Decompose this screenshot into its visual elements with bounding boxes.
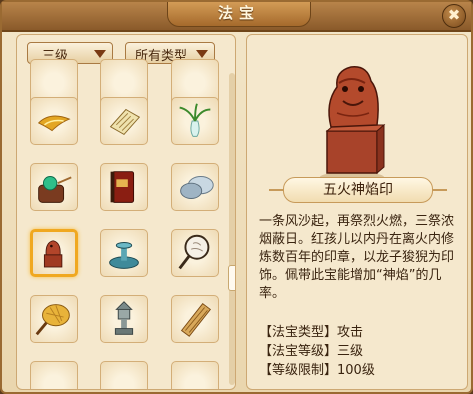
item-level-line: 【等级限制】100级 [259, 363, 375, 378]
seal-icon [43, 240, 63, 268]
item-slot-red-tome[interactable] [100, 163, 148, 211]
item-list-panel: 三级 所有类型 [16, 34, 236, 390]
item-slot-mirror[interactable] [171, 229, 219, 277]
item-grade-line: 【法宝等级】三级 [259, 344, 364, 359]
item-type-line: 【法宝类型】攻击 [259, 325, 364, 340]
item-slot-golden-tassel[interactable] [30, 97, 78, 145]
item-slot-palm-fan[interactable] [30, 295, 78, 343]
lantern-icon [114, 301, 134, 335]
item-slot-bamboo-slip[interactable] [171, 295, 219, 343]
fountain-icon [109, 241, 139, 269]
treasure-window: 法宝 ✖ 三级 所有类型 五火神焰印 一条风沙起，再祭烈火燃，三祭浓烟蔽日。红孩… [0, 0, 473, 394]
item-description: 一条风沙起，再祭烈火燃，三祭浓烟蔽日。红孩儿以内丹在离火内修炼数百年的印章，以龙… [259, 214, 455, 301]
slip-icon [180, 303, 212, 337]
chevron-down-icon [196, 50, 208, 58]
item-slot-fountain[interactable] [100, 229, 148, 277]
item-slot-partial[interactable] [171, 361, 219, 389]
scroll-icon [109, 108, 141, 136]
item-name: 五火神焰印 [269, 177, 447, 203]
gem-bag-icon [38, 175, 72, 203]
item-slot-scroll[interactable] [100, 97, 148, 145]
fan-icon [35, 304, 70, 336]
chevron-down-icon [94, 50, 106, 58]
item-slot-gem-bag[interactable] [30, 163, 78, 211]
tome-icon [110, 171, 135, 203]
detail-panel: 五火神焰印 一条风沙起，再祭烈火燃，三祭浓烟蔽日。红孩儿以内丹在离火内修炼数百年… [246, 34, 468, 390]
close-button[interactable]: ✖ [442, 4, 466, 28]
tassel-icon [37, 115, 71, 132]
scrollbar-track[interactable] [229, 73, 235, 385]
lion-seal-preview-icon [320, 66, 386, 182]
title-bar: 法宝 ✖ [2, 2, 471, 32]
mirror-icon [178, 234, 210, 270]
vase-icon [179, 103, 211, 137]
scrollbar-thumb[interactable] [228, 265, 235, 291]
window-title: 法宝 [167, 2, 311, 27]
item-slot-partial[interactable] [100, 361, 148, 389]
item-slot-stone-lantern[interactable] [100, 295, 148, 343]
item-slot-cymbals[interactable] [171, 163, 219, 211]
item-slot-vase-willow[interactable] [171, 97, 219, 145]
item-slot-partial[interactable] [30, 361, 78, 389]
item-slot-lion-seal[interactable] [30, 229, 78, 277]
cymbal-icon [180, 175, 214, 199]
